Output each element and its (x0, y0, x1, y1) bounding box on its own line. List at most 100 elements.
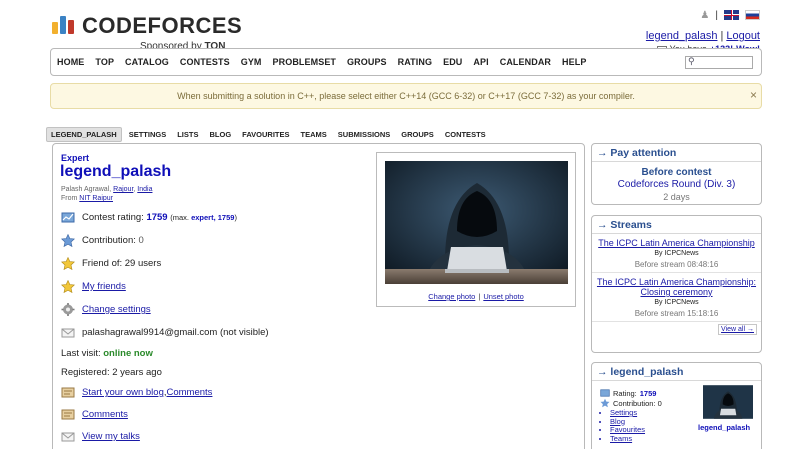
last-visit-row: Last visit: online now (61, 348, 153, 359)
tab-submissions[interactable]: SUBMISSIONS (334, 128, 395, 141)
summary-teams-link[interactable]: Teams (610, 434, 632, 443)
change-photo-link[interactable]: Change photo (428, 292, 475, 301)
menu-item-help[interactable]: HELP (562, 57, 586, 67)
summary-handle[interactable]: legend_palash (698, 423, 750, 432)
my-friends-link[interactable]: My friends (82, 281, 126, 292)
star-blue-icon (600, 398, 610, 408)
profile-photo (385, 161, 568, 284)
comments-inline-link[interactable]: Comments (167, 387, 213, 398)
english-flag-icon[interactable] (724, 10, 739, 20)
rating-chart-icon (61, 211, 75, 224)
user-summary-box: → legend_palash Rating: 1759 Contribution… (591, 362, 762, 449)
search-icon: ⚲ (688, 56, 695, 66)
talks-envelope-icon (61, 430, 75, 443)
user-icon[interactable]: ♟ (700, 10, 709, 21)
profile-menu: LEGEND_PALASH SETTINGS LISTS BLOG FAVOUR… (46, 127, 493, 142)
registered-row: Registered: 2 years ago (61, 367, 162, 378)
menu-item-groups[interactable]: GROUPS (347, 57, 387, 67)
profile-link[interactable]: legend_palash (646, 30, 718, 42)
comments-link[interactable]: Comments (82, 409, 128, 420)
user-handle: legend_palash (60, 163, 172, 180)
stream-item: The ICPC Latin America Championship By I… (592, 234, 761, 273)
pay-attention-line1: Before contest (641, 167, 712, 178)
summary-links: Settings Blog Favourites Teams (610, 408, 645, 443)
star-gold-icon (60, 279, 76, 294)
unset-photo-link[interactable]: Unset photo (483, 292, 523, 301)
tab-blog[interactable]: BLOG (205, 128, 235, 141)
menu-item-edu[interactable]: EDU (443, 57, 462, 67)
notice-text: When submitting a solution in C++, pleas… (177, 91, 635, 101)
comments-row: Comments (61, 408, 128, 421)
menu-item-rating[interactable]: RATING (398, 57, 432, 67)
organization-link[interactable]: NIT Raipur (79, 195, 113, 202)
menu-item-gym[interactable]: GYM (241, 57, 262, 67)
star-gold-icon (60, 256, 76, 271)
summary-contribution-row: Contribution: 0 (600, 398, 662, 408)
stream-item: The ICPC Latin America Championship: Clo… (592, 273, 761, 322)
stream-author: By ICPCNews (654, 250, 699, 257)
menu-item-catalog[interactable]: CATALOG (125, 57, 169, 67)
tab-settings[interactable]: SETTINGS (125, 128, 171, 141)
compiler-notice: When submitting a solution in C++, pleas… (50, 83, 762, 109)
russian-flag-icon[interactable] (745, 10, 760, 20)
email-row: palashagrawal9914@gmail.com (not visible… (61, 326, 269, 339)
view-talks-link[interactable]: View my talks (82, 431, 140, 442)
stream-title-link[interactable]: The ICPC Latin America Championship: Clo… (594, 277, 759, 297)
pay-attention-box: → Pay attention Before contest Codeforce… (591, 143, 762, 205)
menu-item-problemset[interactable]: PROBLEMSET (273, 57, 337, 67)
profile-box: Expert legend_palash Palash Agrawal, Raj… (52, 143, 585, 449)
blog-icon (61, 386, 75, 399)
menu-item-top[interactable]: TOP (95, 57, 114, 67)
email-icon (61, 326, 75, 339)
city-link[interactable]: Rajour (113, 186, 133, 193)
menu-item-calendar[interactable]: CALENDAR (500, 57, 551, 67)
streams-box: → Streams The ICPC Latin America Champio… (591, 215, 762, 353)
close-icon[interactable]: × (750, 88, 757, 102)
talks-row: View my talks (61, 430, 140, 443)
summary-rating-row: Rating: 1759 (600, 388, 656, 398)
star-blue-icon (60, 233, 76, 248)
tab-teams[interactable]: TEAMS (297, 128, 331, 141)
contribution-row: Contribution: 0 (60, 233, 144, 248)
change-settings-link[interactable]: Change settings (82, 304, 151, 315)
tab-groups[interactable]: GROUPS (397, 128, 438, 141)
tab-lists[interactable]: LISTS (173, 128, 202, 141)
gear-icon (61, 303, 75, 316)
stream-countdown: Before stream 08:48:16 (634, 260, 719, 269)
pay-attention-contest-link[interactable]: Codeforces Round (Div. 3) (592, 179, 761, 191)
user-sub-info: Palash Agrawal, Rajour, India From NIT R… (61, 186, 153, 202)
main-menu: HOME TOP CATALOG CONTESTS GYM PROBLEMSET… (50, 48, 762, 76)
change-settings-row: Change settings (61, 303, 151, 316)
my-friends-row: My friends (60, 279, 126, 294)
pay-attention-countdown: 2 days (663, 192, 690, 202)
logout-link[interactable]: Logout (726, 30, 760, 42)
user-summary-title: → legend_palash (592, 363, 761, 381)
logo-text: CODEFORCES (82, 13, 243, 38)
menu-item-contests[interactable]: CONTESTS (180, 57, 230, 67)
menu-item-home[interactable]: HOME (57, 57, 84, 67)
friend-of-row: Friend of: 29 users (60, 256, 161, 271)
search-input[interactable]: ⚲ (685, 56, 753, 69)
photo-links: Change photo | Unset photo (428, 292, 524, 301)
summary-avatar[interactable] (703, 385, 753, 419)
menu-item-api[interactable]: API (473, 57, 488, 67)
view-all-streams-link[interactable]: View all → (718, 324, 757, 335)
rating-chart-icon (600, 388, 610, 398)
pay-attention-title: → Pay attention (592, 144, 761, 162)
blog-row: Start your own blog, Comments (61, 386, 212, 399)
streams-title: → Streams (592, 216, 761, 234)
tab-favourites[interactable]: FAVOURITES (238, 128, 293, 141)
start-blog-link[interactable]: Start your own blog (82, 387, 164, 398)
stream-title-link[interactable]: The ICPC Latin America Championship (594, 238, 759, 248)
stream-countdown: Before stream 15:18:16 (634, 309, 719, 318)
user-rank: Expert (61, 153, 90, 163)
tab-legend-palash[interactable]: LEGEND_PALASH (46, 127, 122, 142)
contest-rating-row: Contest rating: 1759 (max. expert, 1759) (61, 211, 237, 224)
lang-separator: | (715, 9, 718, 21)
tab-contests[interactable]: CONTESTS (441, 128, 490, 141)
logo-bars-icon (52, 14, 78, 34)
comments-icon (61, 408, 75, 421)
country-link[interactable]: India (137, 186, 152, 193)
profile-photo-box: Change photo | Unset photo (376, 152, 576, 307)
stream-author: By ICPCNews (654, 299, 699, 306)
